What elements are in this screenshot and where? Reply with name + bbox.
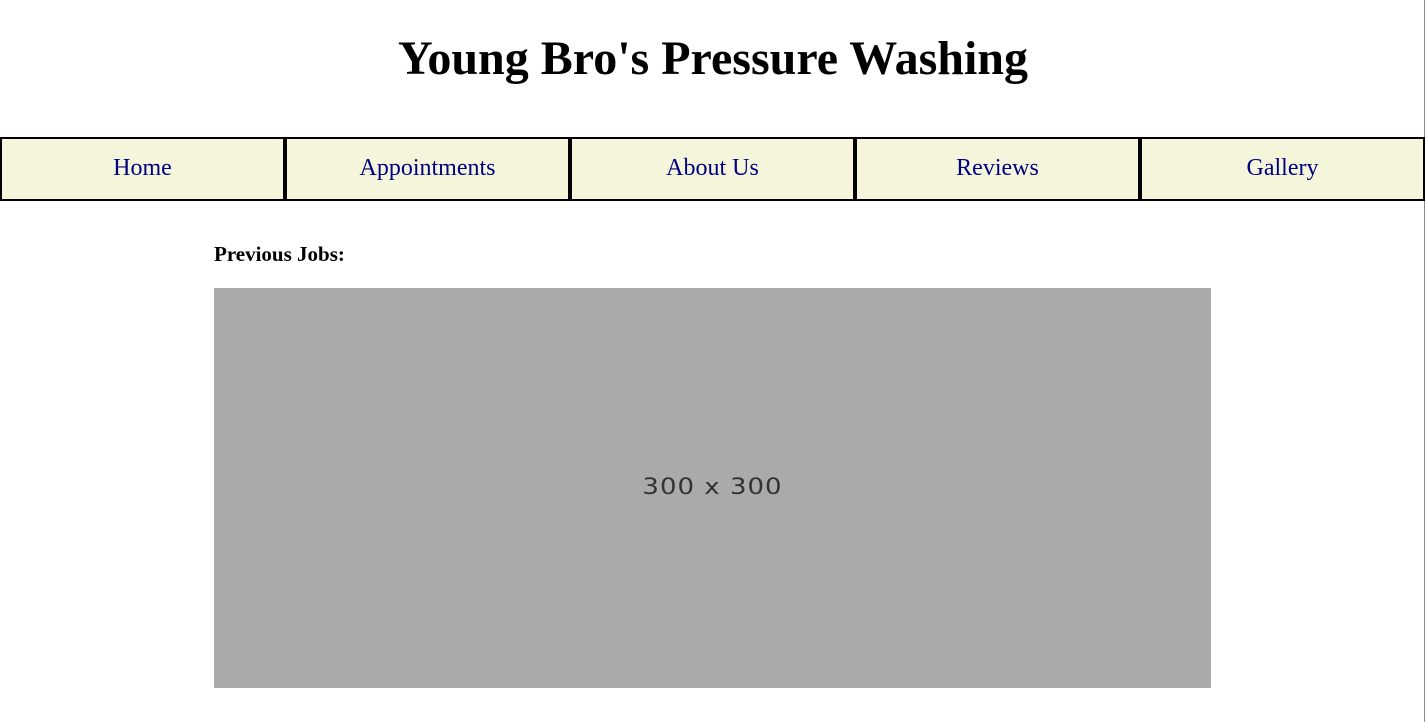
nav-item-reviews[interactable]: Reviews xyxy=(855,137,1140,201)
previous-jobs-heading: Previous Jobs: xyxy=(214,242,345,266)
placeholder-dimensions-text: 300 x 300 xyxy=(642,474,783,500)
nav-link-appointments[interactable]: Appointments xyxy=(360,154,496,184)
nav-link-about-us[interactable]: About Us xyxy=(666,154,759,184)
site-header: Young Bro's Pressure Washing xyxy=(0,0,1424,137)
nav-item-appointments[interactable]: Appointments xyxy=(285,137,570,201)
nav-link-gallery[interactable]: Gallery xyxy=(1247,154,1319,184)
page-right-border xyxy=(1424,0,1425,722)
nav-item-gallery[interactable]: Gallery xyxy=(1140,137,1425,201)
site-title: Young Bro's Pressure Washing xyxy=(398,32,1028,85)
nav-link-reviews[interactable]: Reviews xyxy=(956,154,1039,184)
main-navigation: Home Appointments About Us Reviews Galle… xyxy=(0,137,1425,201)
gallery-placeholder-image: 300 x 300 xyxy=(214,288,1211,688)
nav-link-home[interactable]: Home xyxy=(113,154,172,184)
nav-item-about-us[interactable]: About Us xyxy=(570,137,855,201)
nav-item-home[interactable]: Home xyxy=(0,137,285,201)
